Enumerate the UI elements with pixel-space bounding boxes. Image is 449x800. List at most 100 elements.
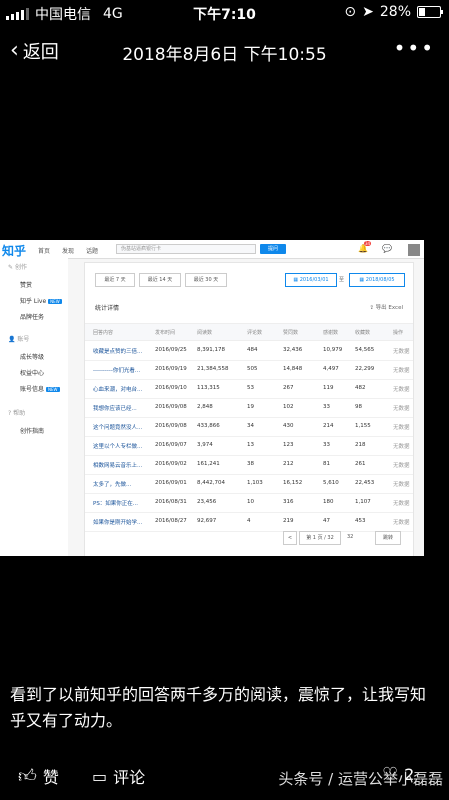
- export-excel-button[interactable]: ⇪ 导出 Excel: [369, 303, 403, 311]
- jump-button[interactable]: 跳转: [375, 531, 401, 545]
- range-14-days[interactable]: 最近 14 天: [139, 273, 181, 287]
- table-cell: 5,610: [323, 480, 339, 486]
- table-cell: 2,848: [197, 404, 213, 410]
- table-cell: 2016/08/27: [155, 518, 187, 524]
- table-cell: 3,974: [197, 442, 213, 448]
- table-cell: 161,241: [197, 461, 220, 467]
- zhihu-nav-topic[interactable]: 话题: [86, 246, 98, 255]
- like-button[interactable]: 👍︎ 赞: [18, 764, 59, 788]
- post-caption: 看到了以前知乎的回答两千多万的阅读，震惊了，让我写知乎又有了动力。: [10, 685, 427, 730]
- table-row: ----------你们光看... 2016/09/19 21,384,558 505…: [85, 359, 413, 380]
- table-cell: 2016/09/01: [155, 480, 187, 486]
- range-30-days[interactable]: 最近 30 天: [185, 273, 227, 287]
- table-cell: 505: [247, 366, 258, 372]
- prev-page-button[interactable]: <: [283, 531, 297, 545]
- sidebar-item-info[interactable]: 账号信息 NEW: [20, 384, 60, 393]
- more-options-icon[interactable]: •••: [394, 36, 435, 60]
- zhihu-ask-button[interactable]: 提问: [260, 244, 286, 254]
- sidebar-group-create: ✎ 创作: [8, 264, 27, 271]
- sidebar-item-reward[interactable]: 赞赏: [20, 280, 32, 289]
- answer-title-link[interactable]: ----------你们光看...: [93, 366, 140, 374]
- table-cell: 无数据: [393, 520, 410, 526]
- date-separator: 至: [339, 277, 345, 283]
- status-bar: 中国电信 4G 下午7:10 ⊙ ➤ 28%: [0, 0, 449, 26]
- table-cell: 47: [323, 518, 330, 524]
- answer-title-link[interactable]: 心血来潮，对电台...: [93, 385, 142, 393]
- table-cell: 54,565: [355, 347, 375, 353]
- zhihu-nav-explore[interactable]: 发现: [62, 246, 74, 255]
- rotation-lock-icon: ⊙: [344, 4, 357, 20]
- table-header-cell: 赞同数: [283, 330, 299, 336]
- avatar[interactable]: [408, 244, 420, 256]
- date-to[interactable]: ▦ 2018/08/05: [349, 273, 405, 287]
- zhihu-search-input[interactable]: 伪基站逼疯银行卡: [116, 244, 256, 254]
- answer-title-link[interactable]: 太多了，先做...: [93, 480, 131, 488]
- stats-panel: 最近 7 天 最近 14 天 最近 30 天 ▦ 2016/03/01 至 ▦ …: [84, 262, 414, 556]
- table-header-cell: 阅读数: [197, 330, 213, 336]
- table-row: PS：如果你正在... 2016/08/31 23,456 10 316 180 1,107…: [85, 492, 413, 513]
- sidebar-group-help: ? 帮助: [8, 410, 26, 417]
- table-cell: 21,384,558: [197, 366, 229, 372]
- table-row: 相数网易云音乐上... 2016/09/02 161,241 38 212 81 261 无数…: [85, 454, 413, 475]
- sidebar-item-live[interactable]: 知乎 Live NEW: [20, 296, 62, 305]
- table-cell: 无数据: [393, 444, 410, 450]
- answer-title-link[interactable]: 收藏是点赞的三倍...: [93, 347, 142, 355]
- table-cell: 2016/09/19: [155, 366, 187, 372]
- answer-title-link[interactable]: 我想你应该已经...: [93, 404, 137, 412]
- zhihu-header: 知乎 首页 发现 话题 伪基站逼疯银行卡 提问 🔔 34 💬: [0, 240, 424, 259]
- table-cell: 22,453: [355, 480, 375, 486]
- answer-title-link[interactable]: 这里以个人专栏做...: [93, 442, 142, 450]
- table-cell: 34: [247, 423, 254, 429]
- table-cell: 98: [355, 404, 362, 410]
- table-cell: 102: [283, 404, 294, 410]
- table-cell: 23,456: [197, 499, 217, 505]
- table-cell: 无数据: [393, 349, 410, 355]
- table-cell: 10,979: [323, 347, 343, 353]
- range-7-days[interactable]: 最近 7 天: [95, 273, 135, 287]
- table-cell: 无数据: [393, 387, 410, 393]
- table-cell: 180: [323, 499, 334, 505]
- table-cell: 8,391,178: [197, 347, 225, 353]
- table-cell: 16,152: [283, 480, 303, 486]
- sidebar-item-brand[interactable]: 品牌任务: [20, 312, 44, 321]
- table-cell: 2016/09/07: [155, 442, 187, 448]
- nav-bar: ‹ 返回 2018年8月6日 下午10:55 •••: [0, 32, 449, 68]
- table-cell: 33: [323, 404, 330, 410]
- bottom-bar: 👍︎ 赞 ▭ 评论 ♡ 2 头条号 / 运营公举小磊磊: [0, 752, 449, 800]
- table-cell: 无数据: [393, 501, 410, 507]
- table-cell: 484: [247, 347, 258, 353]
- message-icon[interactable]: 💬: [382, 244, 392, 253]
- table-cell: 92,697: [197, 518, 217, 524]
- table-row: 这个问题竟然没人... 2016/09/08 433,866 34 430 214 1,15…: [85, 416, 413, 437]
- table-cell: 19: [247, 404, 254, 410]
- table-cell: 53: [247, 385, 254, 391]
- sidebar-item-guide[interactable]: 创作指南: [20, 426, 44, 435]
- table-cell: 212: [283, 461, 294, 467]
- answer-title-link[interactable]: 这个问题竟然没人...: [93, 423, 142, 431]
- thumbs-up-icon: 👍︎: [18, 766, 37, 787]
- table-row: 收藏是点赞的三倍... 2016/09/25 8,391,178 484 32,436 1…: [85, 340, 413, 361]
- table-header-cell: 收藏数: [355, 330, 371, 336]
- page-indicator: 第 1 页 / 32: [299, 531, 341, 545]
- table-cell: 4,497: [323, 366, 339, 372]
- sidebar-item-level[interactable]: 成长等级: [20, 352, 44, 361]
- zhihu-nav-home[interactable]: 首页: [38, 246, 50, 255]
- notify-badge: 34: [364, 241, 372, 246]
- table-header-cell: 发布时间: [155, 330, 176, 336]
- sidebar-item-rights[interactable]: 权益中心: [20, 368, 44, 377]
- comment-button[interactable]: ▭ 评论: [92, 764, 145, 788]
- table-cell: 123: [283, 442, 294, 448]
- table-cell: 316: [283, 499, 294, 505]
- table-cell: 2016/09/10: [155, 385, 187, 391]
- date-from[interactable]: ▦ 2016/03/01: [285, 273, 337, 287]
- table-cell: 2016/09/02: [155, 461, 187, 467]
- answer-title-link[interactable]: PS：如果你正在...: [93, 499, 138, 507]
- answer-title-link[interactable]: 如果你是刚开始学...: [93, 518, 142, 526]
- table-cell: 1,107: [355, 499, 371, 505]
- table-cell: 13: [247, 442, 254, 448]
- page-title: 2018年8月6日 下午10:55: [122, 45, 327, 65]
- table-cell: 119: [323, 385, 334, 391]
- table-cell: 无数据: [393, 463, 410, 469]
- answer-title-link[interactable]: 相数网易云音乐上...: [93, 461, 142, 469]
- table-header-cell: 回答内容: [93, 330, 114, 336]
